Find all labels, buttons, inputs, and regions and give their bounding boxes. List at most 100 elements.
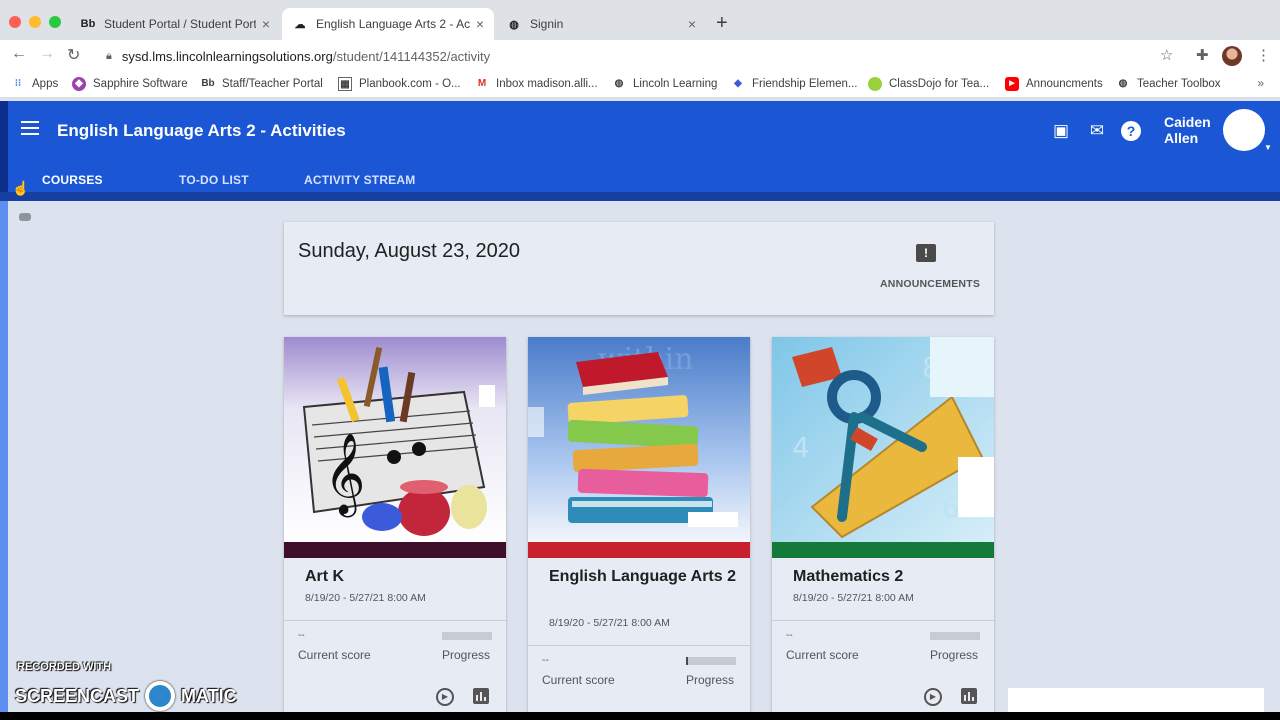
user-first-name: Caiden xyxy=(1164,114,1211,130)
course-color-bar xyxy=(528,542,750,558)
mouse-cursor-icon: ☝ xyxy=(12,180,30,196)
current-score-value: -- xyxy=(298,630,305,641)
bookmark-inbox[interactable]: M Inbox madison.alli... xyxy=(475,77,598,91)
play-icon[interactable]: ▶ xyxy=(436,688,454,706)
course-card-mathematics-2[interactable]: 8463 Mathematics 2 8/19/20 - 5/27/21 8:0… xyxy=(772,337,994,720)
extensions-puzzle-icon[interactable]: ✚ xyxy=(1196,46,1209,64)
watermark-right-text: MATIC xyxy=(181,685,237,706)
watermark-top-text: RECORDED WITH xyxy=(17,661,112,673)
bookmark-classdojo[interactable]: ClassDojo for Tea... xyxy=(868,77,989,91)
svg-text:6: 6 xyxy=(942,491,960,524)
collapsed-indicator xyxy=(19,213,31,221)
video-overlay-block xyxy=(1008,688,1264,712)
course-card-art-k[interactable]: 𝄞 Art K 8/19/20 - 5/27/21 8:00 AM -- Cur… xyxy=(284,337,506,720)
course-card-english-language-arts-2[interactable]: within English Language Arts 2 8/19/20 -… xyxy=(528,337,750,720)
planbook-icon: ▦ xyxy=(338,77,352,91)
feedback-icon[interactable]: ✉ xyxy=(1086,120,1108,142)
close-tab-icon[interactable]: × xyxy=(688,16,696,32)
url-host: sysd.lms.lincolnlearningsolutions.org xyxy=(121,48,333,64)
window-close-button[interactable] xyxy=(9,16,21,28)
new-tab-button[interactable]: + xyxy=(716,12,728,35)
progress-bar xyxy=(686,657,736,665)
progress-label: Progress xyxy=(442,648,491,662)
cloud-icon: ☁ xyxy=(294,18,306,31)
browser-tab-ela-activities[interactable]: ☁ English Language Arts 2 - Acti × xyxy=(282,8,494,40)
back-arrow-icon[interactable]: ← xyxy=(11,45,27,63)
hamburger-menu-icon[interactable] xyxy=(21,121,39,135)
url-path: /student/141144352/activity xyxy=(332,48,491,64)
progress-fill xyxy=(686,657,688,665)
bookmark-announcments[interactable]: ▶ Announcments xyxy=(1005,77,1103,91)
current-score-label: Current score xyxy=(542,673,615,687)
app-header: English Language Arts 2 - Activities COU… xyxy=(0,101,1280,201)
blackboard-icon: Bb xyxy=(80,18,96,30)
tab-courses[interactable]: COURSES xyxy=(42,173,103,187)
screencast-watermark: RECORDED WITH SCREENCAST MATIC xyxy=(15,659,277,711)
play-icon[interactable]: ▶ xyxy=(924,688,942,706)
bookmark-star-icon[interactable]: ☆ xyxy=(1160,46,1173,64)
tab-to-do-list[interactable]: TO-DO LIST xyxy=(179,173,249,187)
reload-icon[interactable]: ↻ xyxy=(67,45,80,65)
bookmark-label: Sapphire Software xyxy=(93,78,188,90)
user-name[interactable]: Caiden Allen xyxy=(1164,114,1211,146)
course-title[interactable]: Mathematics 2 xyxy=(793,565,983,589)
window-minimize-button[interactable] xyxy=(29,16,41,28)
bookmark-sapphire[interactable]: ◆ Sapphire Software xyxy=(72,77,188,91)
course-dates: 8/19/20 - 5/27/21 8:00 AM xyxy=(305,592,426,604)
gallery-icon[interactable]: ▣ xyxy=(1050,120,1072,142)
browser-tab-signin[interactable]: ◍ Signin × xyxy=(496,8,706,40)
page-title: English Language Arts 2 - Activities xyxy=(57,121,346,140)
course-dates: 8/19/20 - 5/27/21 8:00 AM xyxy=(549,617,670,629)
course-color-bar xyxy=(772,542,994,558)
course-title[interactable]: Art K xyxy=(305,565,495,589)
browser-tab-strip: Bb Student Portal / Student Portal × ☁ E… xyxy=(0,0,1280,40)
course-image-math[interactable]: 8463 xyxy=(772,337,994,542)
browser-profile-avatar[interactable] xyxy=(1222,46,1242,66)
apps-grid-icon: ⁝⁝ xyxy=(14,78,22,89)
user-last-name: Allen xyxy=(1164,130,1199,146)
left-rail xyxy=(0,201,8,720)
help-icon[interactable]: ? xyxy=(1121,121,1141,141)
close-tab-icon[interactable]: × xyxy=(476,16,484,32)
divider xyxy=(528,645,750,646)
lock-icon: 🔒︎ xyxy=(106,49,112,62)
course-image-books[interactable]: within xyxy=(528,337,750,542)
address-bar[interactable]: 🔒︎ sysd.lms.lincolnlearningsolutions.org… xyxy=(96,43,1186,69)
announcements-button[interactable]: ANNOUNCEMENTS xyxy=(880,278,980,290)
bookmark-teacher-toolbox[interactable]: ◍ Teacher Toolbox xyxy=(1116,77,1221,91)
bookmark-lincoln-learning[interactable]: ◍ Lincoln Learning xyxy=(612,77,718,91)
tab-activity-stream[interactable]: ACTIVITY STREAM xyxy=(304,173,415,187)
bookmark-label: Friendship Elemen... xyxy=(752,78,858,90)
progress-bar xyxy=(930,632,980,640)
tab-title: English Language Arts 2 - Acti xyxy=(316,17,470,31)
avatar[interactable] xyxy=(1223,109,1265,151)
announcement-icon[interactable]: ! xyxy=(916,244,936,262)
bar-chart-icon[interactable] xyxy=(473,688,489,704)
classdojo-icon xyxy=(868,77,882,91)
browser-menu-icon[interactable]: ⋮ xyxy=(1256,46,1271,64)
bar-chart-icon[interactable] xyxy=(961,688,977,704)
divider xyxy=(772,620,994,621)
bookmark-apps[interactable]: ⁝⁝ Apps xyxy=(11,77,58,91)
globe-icon: ◍ xyxy=(614,78,624,89)
window-zoom-button[interactable] xyxy=(49,16,61,28)
bookmark-label: ClassDojo for Tea... xyxy=(889,78,990,90)
svg-text:𝄞: 𝄞 xyxy=(324,432,365,517)
course-image-art[interactable]: 𝄞 xyxy=(284,337,506,542)
screencast-logo-icon xyxy=(145,681,176,711)
close-tab-icon[interactable]: × xyxy=(262,16,270,32)
bookmark-staff-portal[interactable]: Bb Staff/Teacher Portal xyxy=(201,77,323,91)
bookmark-label: Apps xyxy=(32,78,59,90)
course-color-bar xyxy=(284,542,506,558)
bookmark-label: Staff/Teacher Portal xyxy=(222,78,323,90)
bookmark-planbook[interactable]: ▦ Planbook.com - O... xyxy=(338,77,461,91)
watermark-main: SCREENCAST MATIC xyxy=(15,681,237,711)
course-title[interactable]: English Language Arts 2 xyxy=(549,565,739,589)
bookmark-friendship[interactable]: ◆ Friendship Elemen... xyxy=(731,77,857,91)
current-date: Sunday, August 23, 2020 xyxy=(298,240,521,262)
chevron-down-icon[interactable]: ▼ xyxy=(1264,143,1272,152)
course-dates: 8/19/20 - 5/27/21 8:00 AM xyxy=(793,592,914,604)
bookmarks-overflow-icon[interactable]: » xyxy=(1257,76,1264,90)
forward-arrow-icon[interactable]: → xyxy=(39,45,55,63)
browser-tab-student-portal[interactable]: Bb Student Portal / Student Portal × xyxy=(70,8,280,40)
